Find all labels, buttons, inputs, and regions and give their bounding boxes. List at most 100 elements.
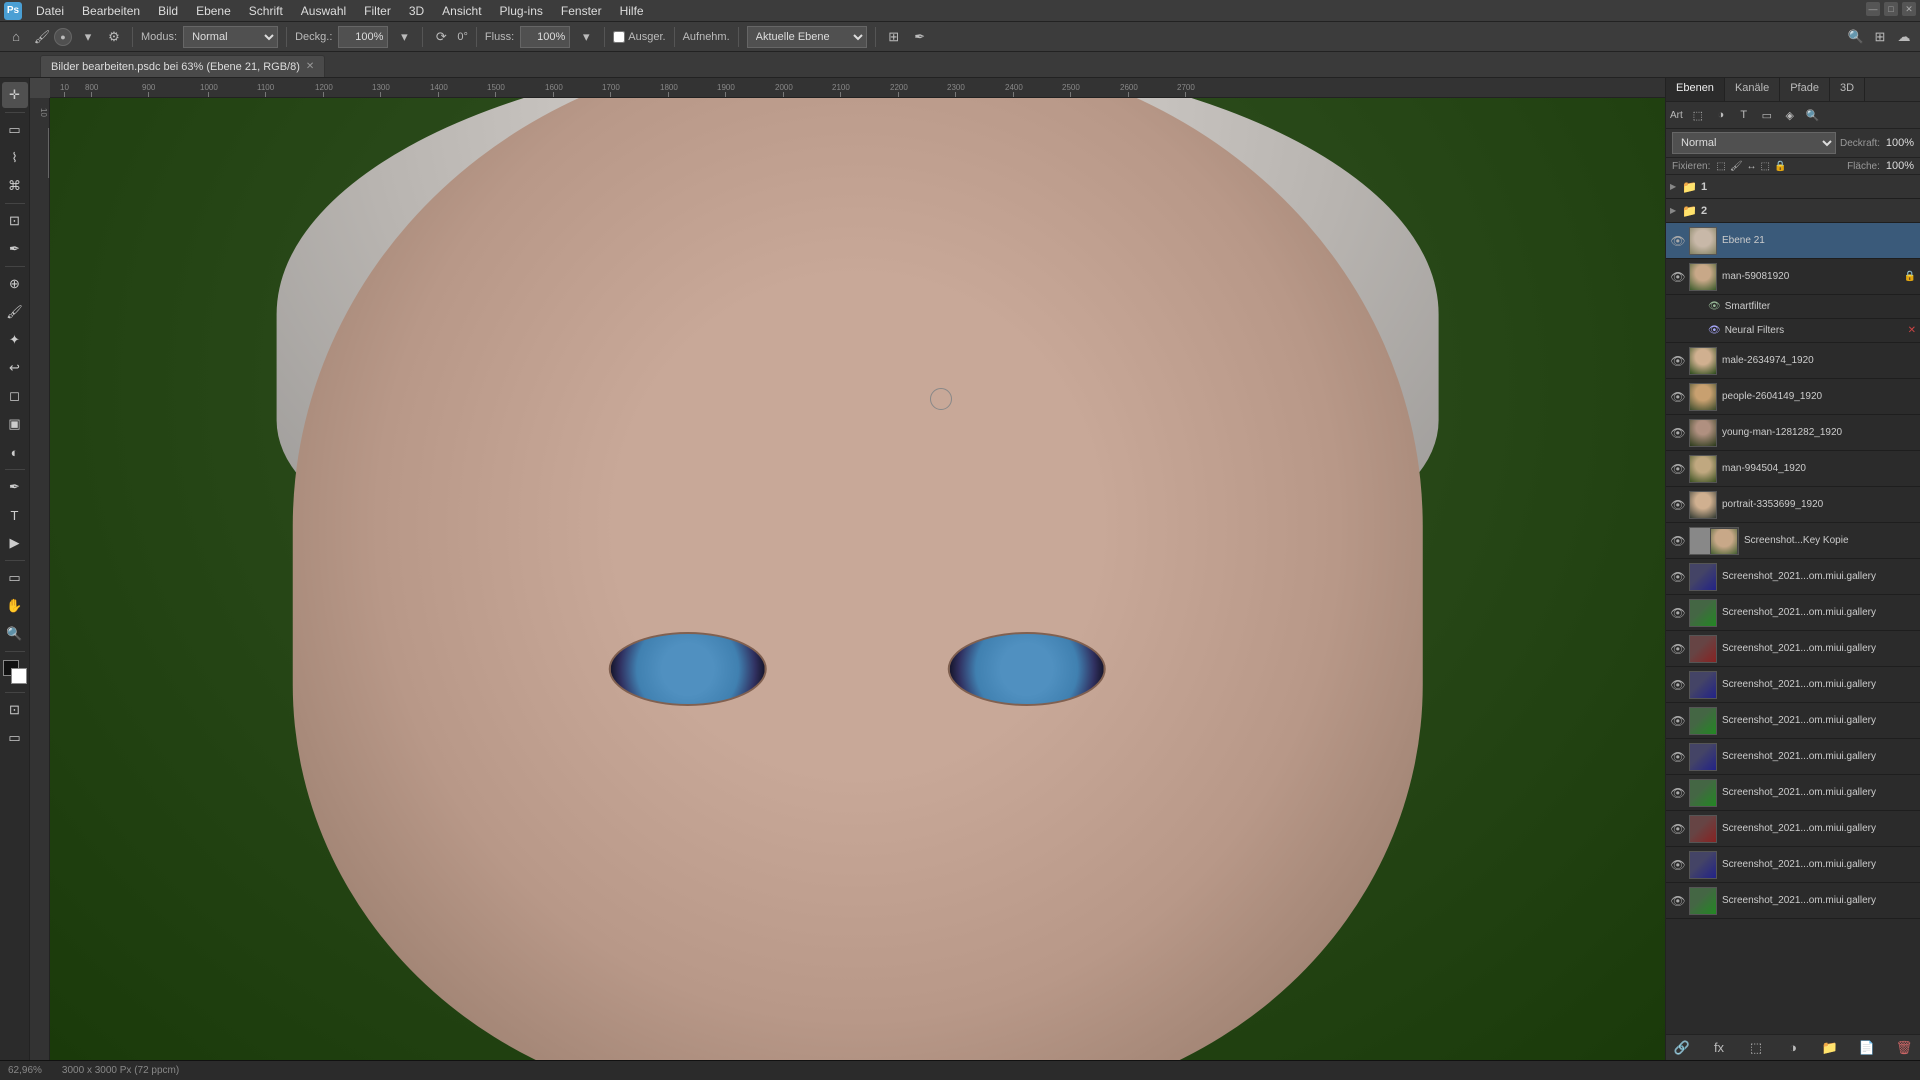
flow-input[interactable] bbox=[520, 26, 570, 48]
eye-visibility-ss10[interactable]: 👁 bbox=[1670, 893, 1686, 909]
layer-screenshot-2021-8[interactable]: 👁 Screenshot_2021...om.miui.gallery bbox=[1666, 811, 1920, 847]
tab-kanaele[interactable]: Kanäle bbox=[1725, 78, 1780, 101]
eye-visibility-ss9[interactable]: 👁 bbox=[1670, 857, 1686, 873]
menu-filter[interactable]: Filter bbox=[356, 2, 399, 20]
menu-auswahl[interactable]: Auswahl bbox=[293, 2, 354, 20]
type-tool[interactable]: T bbox=[2, 502, 28, 528]
eye-visibility-ss5[interactable]: 👁 bbox=[1670, 713, 1686, 729]
brush-size-icon[interactable]: ● bbox=[54, 28, 72, 46]
cloud-icon[interactable]: ☁ bbox=[1894, 27, 1914, 47]
eye-visibility-ss8[interactable]: 👁 bbox=[1670, 821, 1686, 837]
layer-screenshot-2021-9[interactable]: 👁 Screenshot_2021...om.miui.gallery bbox=[1666, 847, 1920, 883]
mode-select[interactable]: Normal Multiplizieren Abwedeln bbox=[183, 26, 278, 48]
smartfilter-item[interactable]: 👁 Smartfilter bbox=[1666, 295, 1920, 319]
color-swatches[interactable] bbox=[3, 660, 27, 684]
opacity-input[interactable] bbox=[338, 26, 388, 48]
layer-screenshot-2021-5[interactable]: 👁 Screenshot_2021...om.miui.gallery bbox=[1666, 703, 1920, 739]
rectangle-tool[interactable]: ▭ bbox=[2, 565, 28, 591]
menu-datei[interactable]: Datei bbox=[28, 2, 72, 20]
menu-bild[interactable]: Bild bbox=[150, 2, 186, 20]
layer-group-1[interactable]: ▶ 📁 1 bbox=[1666, 175, 1920, 199]
layer-portrait3353699[interactable]: 👁 portrait-3353699_1920 bbox=[1666, 487, 1920, 523]
crop-tool[interactable]: ⊡ bbox=[2, 208, 28, 234]
screen-mode-btn[interactable]: ▭ bbox=[2, 725, 28, 751]
delete-layer-btn[interactable]: 🗑 bbox=[1894, 1038, 1914, 1058]
tab-ebenen[interactable]: Ebenen bbox=[1666, 78, 1725, 101]
zoom-tool[interactable]: 🔍 bbox=[2, 621, 28, 647]
canvas-image[interactable] bbox=[50, 98, 1665, 1060]
eye-visibility-male[interactable]: 👁 bbox=[1670, 353, 1686, 369]
hand-tool[interactable]: ✋ bbox=[2, 593, 28, 619]
eyedropper-tool[interactable]: ✒ bbox=[2, 236, 28, 262]
layer-male2634974[interactable]: 👁 male-2634974_1920 bbox=[1666, 343, 1920, 379]
canvas-area[interactable]: 10 800 900 1000 1100 1200 1300 1400 1500… bbox=[30, 78, 1665, 1060]
opacity-icon[interactable]: ▾ bbox=[394, 27, 414, 47]
menu-schrift[interactable]: Schrift bbox=[241, 2, 291, 20]
filter-type-btn[interactable]: T bbox=[1734, 105, 1754, 125]
layout-icon[interactable]: ⊞ bbox=[1870, 27, 1890, 47]
layer-screenshot-2021-2[interactable]: 👁 Screenshot_2021...om.miui.gallery bbox=[1666, 595, 1920, 631]
history-tool[interactable]: ↩ bbox=[2, 355, 28, 381]
eye-visibility-ss4[interactable]: 👁 bbox=[1670, 677, 1686, 693]
pen-tool[interactable]: ✒ bbox=[2, 474, 28, 500]
filter-adjustment-btn[interactable]: ◑ bbox=[1711, 105, 1731, 125]
eye-visibility-man59[interactable]: 👁 bbox=[1670, 269, 1686, 285]
tab-3d[interactable]: 3D bbox=[1830, 78, 1865, 101]
lock-image-icon[interactable]: 🖌 bbox=[1730, 161, 1743, 172]
layer-group-2[interactable]: ▶ 📁 2 bbox=[1666, 199, 1920, 223]
filter-smart-btn[interactable]: ◈ bbox=[1780, 105, 1800, 125]
layer-screenshot-2021-7[interactable]: 👁 Screenshot_2021...om.miui.gallery bbox=[1666, 775, 1920, 811]
neural-filter-item[interactable]: 👁 Neural Filters ✕ bbox=[1666, 319, 1920, 343]
tab-pfade[interactable]: Pfade bbox=[1780, 78, 1830, 101]
minimize-button[interactable]: — bbox=[1866, 2, 1880, 16]
brush-tool[interactable]: 🖌 bbox=[2, 299, 28, 325]
pressure-icon[interactable]: ⟳ bbox=[431, 27, 451, 47]
file-tab-active[interactable]: Bilder bearbeiten.psdc bei 63% (Ebene 21… bbox=[40, 55, 325, 77]
eye-visibility-ss7[interactable]: 👁 bbox=[1670, 785, 1686, 801]
menu-ansicht[interactable]: Ansicht bbox=[434, 2, 489, 20]
eraser-tool[interactable]: ◻ bbox=[2, 383, 28, 409]
layer-screenshot-key-kopie[interactable]: 👁 Screenshot...Key Kopie bbox=[1666, 523, 1920, 559]
gradient-tool[interactable]: ▣ bbox=[2, 411, 28, 437]
magic-wand-tool[interactable]: ⌘ bbox=[2, 173, 28, 199]
marquee-tool[interactable]: ▭ bbox=[2, 117, 28, 143]
maximize-button[interactable]: □ bbox=[1884, 2, 1898, 16]
layer-screenshot-2021-6[interactable]: 👁 Screenshot_2021...om.miui.gallery bbox=[1666, 739, 1920, 775]
new-layer-btn[interactable]: 📄 bbox=[1857, 1038, 1877, 1058]
flow-icon[interactable]: ▾ bbox=[576, 27, 596, 47]
tab-close-button[interactable]: ✕ bbox=[306, 61, 314, 72]
brush-preset-icon[interactable]: ▾ bbox=[78, 27, 98, 47]
eye-visibility-portrait[interactable]: 👁 bbox=[1670, 497, 1686, 513]
add-adjustment-btn[interactable]: ◑ bbox=[1783, 1038, 1803, 1058]
layer-screenshot-2021-4[interactable]: 👁 Screenshot_2021...om.miui.gallery bbox=[1666, 667, 1920, 703]
eye-visibility-ssk[interactable]: 👁 bbox=[1670, 533, 1686, 549]
lock-all-icon[interactable]: 🔒 bbox=[1774, 161, 1786, 172]
eye-visibility-ss3[interactable]: 👁 bbox=[1670, 641, 1686, 657]
extra-icon[interactable]: ✒ bbox=[910, 27, 930, 47]
neural-close-icon[interactable]: ✕ bbox=[1908, 325, 1916, 336]
search-icon[interactable]: 🔍 bbox=[1846, 27, 1866, 47]
symmetry-icon[interactable]: ⊞ bbox=[884, 27, 904, 47]
eye-visibility-people[interactable]: 👁 bbox=[1670, 389, 1686, 405]
blend-mode-select[interactable]: Normal bbox=[1672, 132, 1836, 154]
menu-plugins[interactable]: Plug-ins bbox=[492, 2, 551, 20]
clone-tool[interactable]: ✦ bbox=[2, 327, 28, 353]
menu-ebene[interactable]: Ebene bbox=[188, 2, 239, 20]
move-tool[interactable]: ✛ bbox=[2, 82, 28, 108]
eye-visibility-ss6[interactable]: 👁 bbox=[1670, 749, 1686, 765]
layer-man59081920[interactable]: 👁 man-59081920 🔒 bbox=[1666, 259, 1920, 295]
airbrush-check[interactable] bbox=[613, 31, 625, 43]
dodge-tool[interactable]: ◐ bbox=[2, 439, 28, 465]
eye-visibility-ebene21[interactable]: 👁 bbox=[1670, 233, 1686, 249]
lasso-tool[interactable]: ⌇ bbox=[2, 145, 28, 171]
brush-icon[interactable]: 🖌 bbox=[32, 27, 52, 47]
add-group-btn[interactable]: 📁 bbox=[1820, 1038, 1840, 1058]
link-layers-btn[interactable]: 🔗 bbox=[1672, 1038, 1692, 1058]
airbrush-checkbox[interactable]: Ausger. bbox=[613, 31, 665, 43]
layer-youngman[interactable]: 👁 young-man-1281282_1920 bbox=[1666, 415, 1920, 451]
layer-ebene21[interactable]: 👁 Ebene 21 bbox=[1666, 223, 1920, 259]
canvas-container[interactable] bbox=[50, 98, 1665, 1060]
filter-pixel-btn[interactable]: ⬚ bbox=[1688, 105, 1708, 125]
layer-screenshot-2021-1[interactable]: 👁 Screenshot_2021...om.miui.gallery bbox=[1666, 559, 1920, 595]
path-select-tool[interactable]: ▶ bbox=[2, 530, 28, 556]
